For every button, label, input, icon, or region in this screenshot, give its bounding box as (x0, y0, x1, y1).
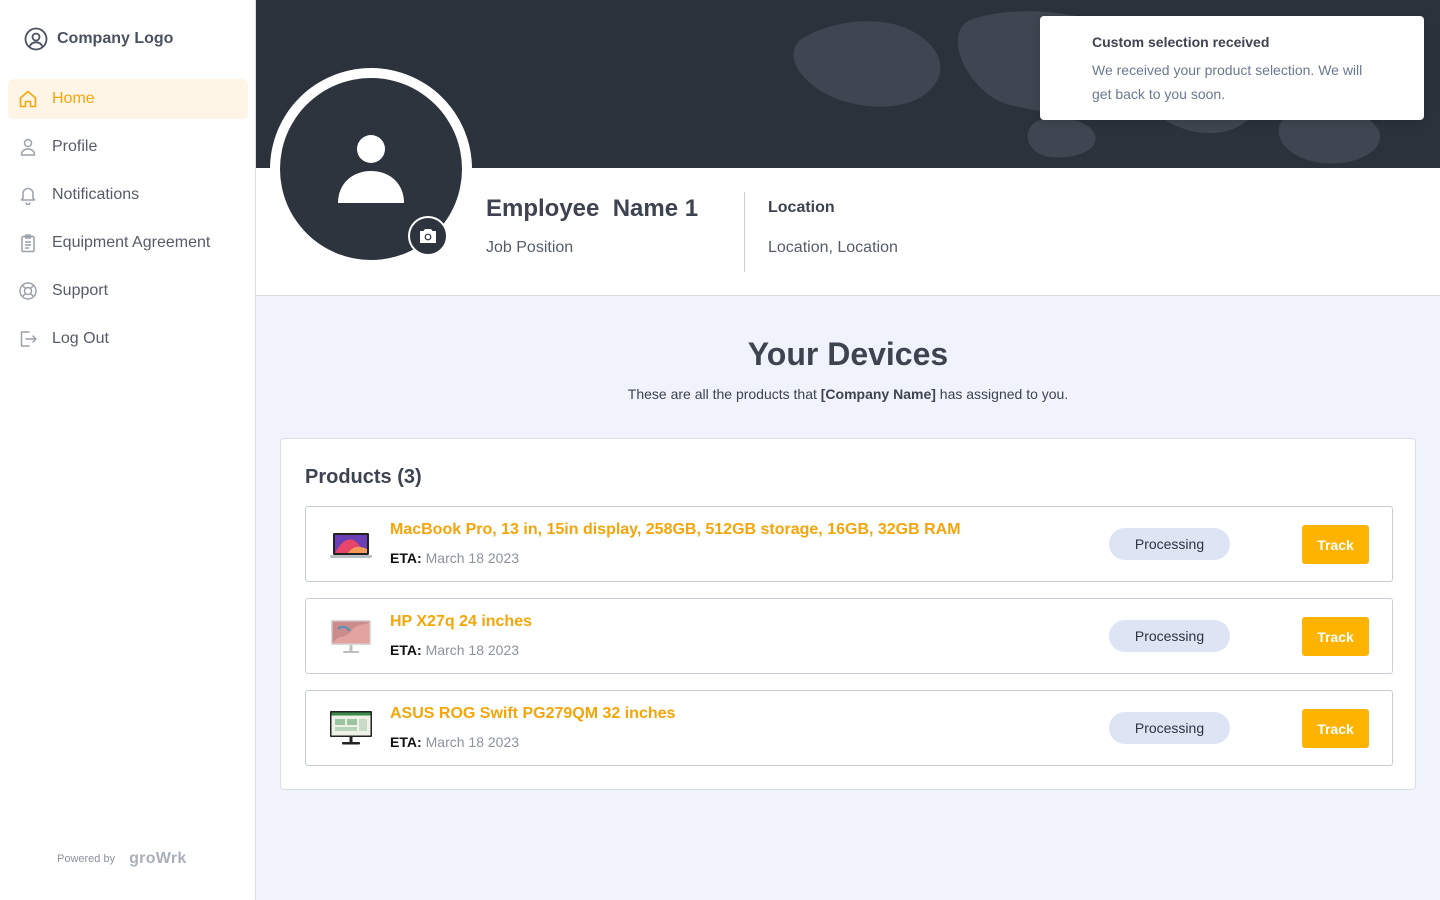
sidebar: Company Logo Home Profile Notifications … (0, 0, 256, 900)
status-badge: Processing (1109, 620, 1230, 652)
lifebuoy-icon (18, 281, 38, 301)
products-card: Products (3) MacBook Pro, 13 in, 15in di… (280, 438, 1416, 790)
location-label: Location (768, 199, 835, 216)
eta-value: March 18 2023 (425, 734, 520, 750)
subtitle-suffix: has assigned to you. (935, 386, 1069, 402)
eta-value: March 18 2023 (425, 550, 520, 566)
sidebar-item-home[interactable]: Home (8, 79, 248, 119)
change-photo-button[interactable] (408, 216, 448, 256)
eta-label: ETA: (390, 550, 422, 566)
product-row: ASUS ROG Swift PG279QM 32 inches ETA: Mar… (305, 690, 1393, 766)
sidebar-item-support[interactable]: Support (8, 271, 248, 311)
powered-by-text: Powered by (57, 853, 116, 865)
sidebar-item-label: Profile (52, 138, 98, 155)
product-name-link[interactable]: HP X27q 24 inches (390, 613, 532, 631)
eta-value: March 18 2023 (425, 642, 520, 658)
powered-by: Powered by groWrk (57, 850, 187, 868)
logout-icon (18, 329, 38, 349)
sidebar-item-label: Notifications (52, 186, 140, 203)
home-icon (18, 89, 38, 109)
location-value: Location, Location (768, 239, 898, 256)
sidebar-item-equipment-agreement[interactable]: Equipment Agreement (8, 223, 248, 263)
sidebar-item-logout[interactable]: Log Out (8, 319, 248, 359)
growrk-logo: groWrk (129, 850, 187, 867)
sidebar-item-notifications[interactable]: Notifications (8, 175, 248, 215)
monitor-thumbnail (331, 620, 371, 653)
page-title: Your Devices (747, 336, 949, 372)
laptop-thumbnail (330, 533, 372, 558)
product-eta: ETA: March 18 2023 (390, 550, 519, 566)
track-button[interactable]: Track (1302, 709, 1369, 748)
employee-name: Employee Name 1 (486, 195, 699, 222)
toast-message: We received your product selection. We w… (1092, 62, 1363, 102)
user-icon (18, 137, 38, 157)
monitor-thumbnail (330, 711, 372, 745)
subtitle-company: [Company Name] (820, 386, 936, 402)
status-badge: Processing (1109, 712, 1230, 744)
sidebar-item-label: Equipment Agreement (52, 234, 211, 251)
product-eta: ETA: March 18 2023 (390, 642, 519, 658)
eta-label: ETA: (390, 642, 422, 658)
user-silhouette-icon (338, 135, 404, 203)
job-position: Job Position (486, 239, 574, 256)
track-button[interactable]: Track (1302, 525, 1369, 564)
product-name-link[interactable]: MacBook Pro, 13 in, 15in display, 258GB,… (390, 521, 961, 539)
sidebar-item-profile[interactable]: Profile (8, 127, 248, 167)
sidebar-nav: Home Profile Notifications Equipment Agr… (8, 79, 248, 367)
product-row: MacBook Pro, 13 in, 15in display, 258GB,… (305, 506, 1393, 582)
main-content: Employee Name 1 Job Position Location Lo… (256, 0, 1440, 900)
product-eta: ETA: March 18 2023 (390, 734, 519, 750)
company-logo-text: Company Logo (57, 30, 174, 47)
sidebar-item-label: Support (52, 282, 109, 299)
product-name-link[interactable]: ASUS ROG Swift PG279QM 32 inches (390, 705, 675, 723)
products-heading: Products (3) (305, 466, 422, 488)
profile-divider (744, 192, 745, 272)
bell-icon (18, 185, 38, 205)
camera-icon (420, 229, 436, 243)
sidebar-item-label: Home (52, 90, 95, 107)
company-logo[interactable]: Company Logo (24, 27, 173, 51)
sidebar-item-label: Log Out (52, 330, 109, 347)
eta-label: ETA: (390, 734, 422, 750)
subtitle-prefix: These are all the products that (627, 386, 821, 402)
user-circle-icon (24, 27, 48, 51)
status-badge: Processing (1109, 528, 1230, 560)
toast-title: Custom selection received (1092, 34, 1270, 50)
page-subtitle: These are all the products that [Company… (256, 386, 1440, 402)
clipboard-icon (18, 233, 38, 253)
track-button[interactable]: Track (1302, 617, 1369, 656)
product-row: HP X27q 24 inches ETA: March 18 2023 Proc… (305, 598, 1393, 674)
notification-toast: Custom selection received We received yo… (1040, 16, 1424, 120)
